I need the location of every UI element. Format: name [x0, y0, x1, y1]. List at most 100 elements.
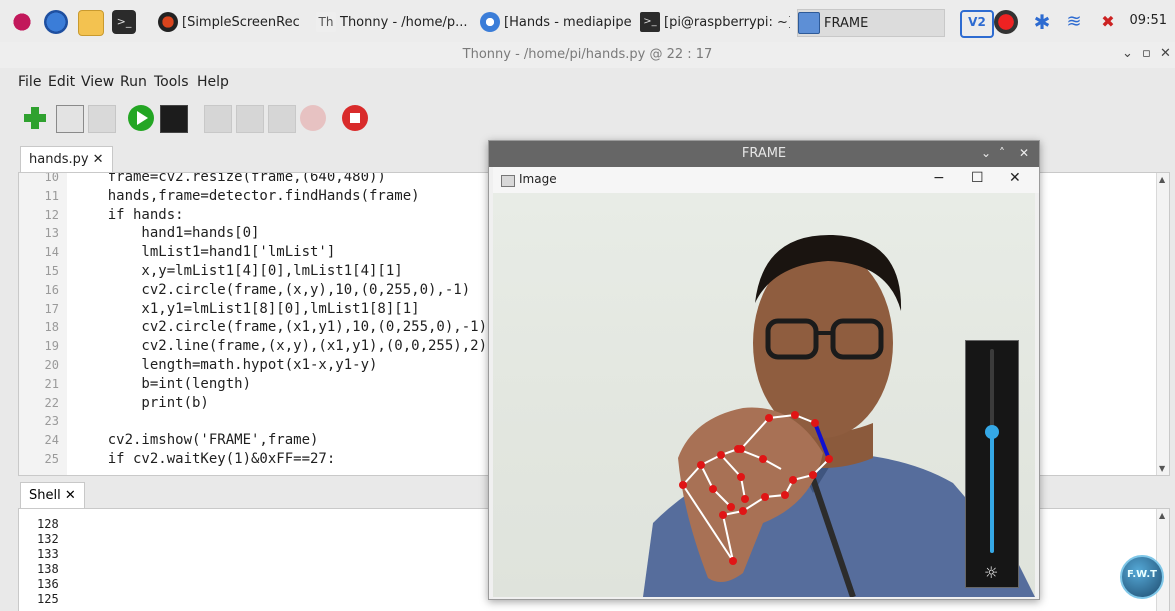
slider-fill	[990, 431, 994, 553]
code-text: if hands:	[74, 206, 184, 223]
bluetooth-icon[interactable]: ✱	[1030, 10, 1054, 34]
resume-icon[interactable]	[300, 105, 326, 131]
line-number: 14	[44, 245, 59, 260]
raspberry-menu-icon[interactable]	[10, 10, 34, 34]
close-icon[interactable]: ✕	[1019, 146, 1029, 160]
taskbar: >_ [SimpleScreenReco... Th Thonny - /hom…	[0, 0, 1175, 43]
code-text: x1,y1=lmList1[8][0],lmList1[8][1]	[74, 300, 420, 317]
menu-tools[interactable]: Tools	[154, 74, 189, 90]
code-text: cv2.circle(frame,(x,y),10,(0,255,0),-1)	[74, 281, 471, 298]
line-number: 10	[44, 172, 59, 184]
frame-title-bar[interactable]: FRAME ⌄ ˄ ✕	[489, 141, 1039, 167]
scroll-up-icon[interactable]: ▲	[1159, 175, 1165, 184]
task-frame[interactable]: FRAME	[797, 9, 945, 37]
shell-scrollbar[interactable]: ▲	[1156, 509, 1169, 611]
file-manager-icon[interactable]	[78, 10, 104, 36]
code-text: if cv2.waitKey(1)&0xFF==27:	[74, 451, 336, 467]
frame-title: FRAME	[741, 146, 787, 161]
debug-icon[interactable]	[160, 105, 188, 133]
channel-logo: F.W.T	[1120, 555, 1164, 599]
window-title: Thonny - /home/pi/hands.py @ 22 : 17	[462, 47, 713, 62]
scroll-down-icon[interactable]: ▼	[1159, 464, 1165, 473]
scroll-up-icon[interactable]: ▲	[1159, 511, 1165, 520]
record-status-icon[interactable]	[994, 10, 1018, 34]
new-file-icon[interactable]	[22, 105, 48, 131]
image-window-title-bar[interactable]: Image − ☐ ✕	[493, 167, 1039, 193]
code-text: hand1=hands[0]	[74, 225, 260, 242]
task-label: Thonny - /home/p...	[340, 14, 468, 30]
volume-muted-icon[interactable]: ✖	[1096, 10, 1120, 34]
code-text: x,y=lmList1[4][0],lmList1[4][1]	[74, 263, 403, 279]
maximize-icon[interactable]: ☐	[971, 170, 984, 186]
line-number: 18	[44, 320, 59, 335]
task-label: [Hands - mediapipe...	[504, 14, 632, 30]
line-number: 17	[44, 301, 59, 316]
line-number: 12	[44, 207, 59, 222]
task-label: [SimpleScreenReco...	[182, 14, 300, 30]
task-screen-recorder[interactable]: [SimpleScreenReco...	[158, 9, 300, 35]
line-number: 11	[44, 188, 59, 203]
window-icon	[798, 12, 820, 34]
menu-file[interactable]: File	[18, 74, 41, 90]
step-into-icon[interactable]	[236, 105, 264, 133]
tab-shell[interactable]: Shell ✕	[20, 482, 85, 509]
task-thonny[interactable]: Th Thonny - /home/p...	[316, 9, 472, 35]
terminal-launcher-icon[interactable]: >_	[112, 10, 136, 34]
line-number: 23	[44, 414, 59, 429]
code-text: cv2.line(frame,(x,y),(x1,y1),(0,0,255),2…	[74, 338, 488, 355]
menu-view[interactable]: View	[81, 74, 114, 90]
editor-scrollbar[interactable]: ▲ ▼	[1156, 173, 1169, 475]
minimize-icon[interactable]: −	[933, 170, 945, 186]
browser-launcher-icon[interactable]	[44, 10, 68, 34]
terminal-icon: >_	[640, 12, 660, 32]
code-text: frame=cv2.resize(frame,(640,480))	[74, 172, 386, 185]
tab-hands-py[interactable]: hands.py ✕	[20, 146, 113, 173]
window-title-bar: Thonny - /home/pi/hands.py @ 22 : 17 ⌄ ▫…	[0, 42, 1175, 68]
wifi-icon[interactable]: ≋	[1062, 10, 1086, 34]
step-over-icon[interactable]	[204, 105, 232, 133]
minimize-icon[interactable]: ⌄	[1122, 46, 1133, 61]
line-number: 21	[44, 376, 59, 391]
maximize-icon[interactable]: ▫	[1142, 46, 1151, 61]
stop-icon[interactable]	[342, 105, 368, 131]
shell-output-line: 125	[37, 592, 59, 606]
frame-window: FRAME ⌄ ˄ ✕ Image − ☐ ✕	[488, 140, 1040, 600]
close-icon[interactable]: ✕	[1160, 46, 1171, 61]
line-number: 24	[44, 433, 59, 448]
vnc-icon[interactable]: V2	[960, 10, 994, 38]
step-out-icon[interactable]	[268, 105, 296, 133]
code-text: hands,frame=detector.findHands(frame)	[74, 187, 420, 204]
save-file-icon[interactable]	[88, 105, 116, 133]
run-icon[interactable]	[128, 105, 154, 131]
code-text: print(b)	[74, 394, 209, 411]
task-chromium[interactable]: [Hands - mediapipe...	[480, 9, 632, 35]
clock: 09:51	[1129, 13, 1167, 28]
menu-edit[interactable]: Edit	[48, 74, 75, 90]
shell-output-line: 132	[37, 532, 59, 546]
task-label: FRAME	[824, 15, 869, 31]
maximize-icon[interactable]: ˄	[999, 146, 1005, 160]
line-number: 25	[44, 452, 59, 466]
task-terminal[interactable]: >_ [pi@raspberrypi: ~]	[640, 9, 790, 35]
open-file-icon[interactable]	[56, 105, 84, 133]
shell-output-line: 138	[37, 562, 59, 576]
logo-text: F.W.T	[1127, 569, 1157, 580]
code-text: length=math.hypot(x1-x,y1-y)	[74, 357, 378, 373]
slider-knob[interactable]	[985, 425, 999, 439]
close-icon[interactable]: ✕	[1009, 170, 1021, 186]
minimize-icon[interactable]: ⌄	[981, 146, 991, 160]
menu-help[interactable]: Help	[197, 74, 229, 90]
shell-output-line: 136	[37, 577, 59, 591]
code-text: cv2.circle(frame,(x1,y1),10,(0,255,0),-1…	[74, 319, 488, 336]
camera-frame-image	[493, 193, 1035, 597]
line-number: 15	[44, 264, 59, 278]
brightness-icon: ☼	[984, 563, 999, 582]
brightness-slider[interactable]: ☼	[965, 340, 1019, 588]
menu-run[interactable]: Run	[120, 74, 147, 90]
desktop: >_ [SimpleScreenReco... Th Thonny - /hom…	[0, 0, 1175, 611]
image-window-icon	[501, 175, 515, 187]
line-number: 19	[44, 339, 59, 354]
line-number: 16	[44, 282, 59, 297]
thonny-icon: Th	[316, 12, 336, 32]
code-text: b=int(length)	[74, 375, 252, 392]
